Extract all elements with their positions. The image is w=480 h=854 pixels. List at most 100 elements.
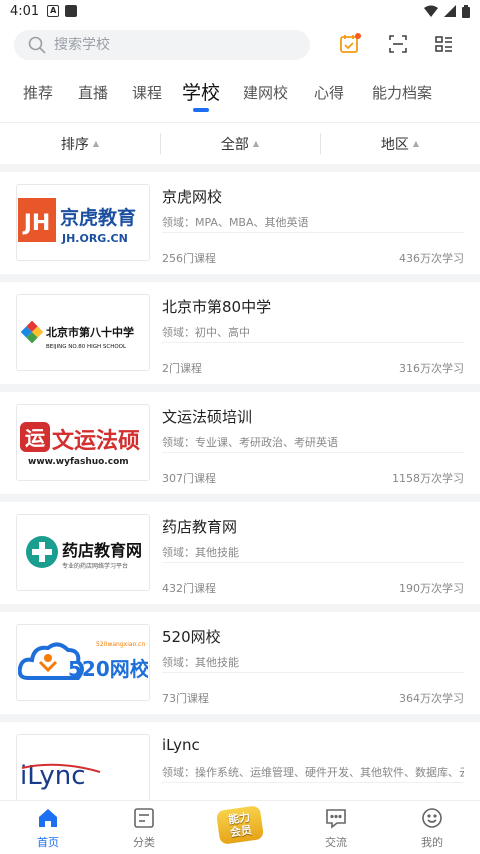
status-time: 4:01 bbox=[10, 3, 40, 19]
jinghu-logo-image: JH 京虎教育 JH.ORG.CN bbox=[18, 197, 136, 245]
school-field: 领域：初中、高中 bbox=[162, 326, 250, 339]
category-tabs: 推荐 直播 课程 学校 建网校 心得 能力档案 bbox=[0, 78, 480, 122]
course-count: 307门课程 bbox=[162, 472, 216, 485]
course-count: 2门课程 bbox=[162, 362, 202, 375]
nav-home[interactable]: 首页 bbox=[0, 801, 96, 854]
tab-ability-profile[interactable]: 能力档案 bbox=[372, 82, 432, 103]
school-list: JH 京虎教育 JH.ORG.CN 京虎网校 领域：MPA、MBA、其他英语 2… bbox=[0, 172, 480, 800]
tab-schools[interactable]: 学校 bbox=[182, 78, 220, 105]
filter-region[interactable]: 地区 ▲ bbox=[320, 123, 480, 164]
tab-courses[interactable]: 课程 bbox=[132, 82, 162, 103]
filter-sort[interactable]: 排序 ▲ bbox=[0, 123, 160, 164]
school-field: 领域：专业课、考研政治、考研英语 bbox=[162, 436, 338, 449]
school-name: 北京市第80中学 bbox=[162, 298, 272, 316]
nav-category[interactable]: 分类 bbox=[96, 801, 192, 854]
school-card[interactable]: 北京市第八十中学 BEIJING NO.80 HIGH SCHOOL 北京市第8… bbox=[0, 282, 480, 392]
tab-experience[interactable]: 心得 bbox=[314, 82, 344, 103]
520-logo-image: 520网校 520wangxiao.cn bbox=[18, 641, 148, 681]
school-name: 药店教育网 bbox=[162, 518, 238, 536]
yaodian-logo-image: 药店教育网 专业的药店网络学习平台 bbox=[26, 535, 142, 570]
study-count: 190万次学习 bbox=[399, 582, 464, 595]
smiley-icon bbox=[422, 807, 442, 828]
school-field: 领域：其他技能 bbox=[162, 656, 239, 669]
filter-all-label: 全部 bbox=[220, 136, 249, 153]
school-logo: iLync bbox=[16, 734, 150, 800]
list-icon bbox=[435, 36, 452, 52]
tab-recommend[interactable]: 推荐 bbox=[23, 82, 53, 103]
school-logo: 北京市第八十中学 BEIJING NO.80 HIGH SCHOOL bbox=[16, 294, 150, 371]
tab-build-school[interactable]: 建网校 bbox=[243, 82, 288, 103]
school-name: iLync bbox=[162, 736, 200, 754]
svg-text:药店教育网: 药店教育网 bbox=[62, 541, 142, 560]
battery-icon bbox=[462, 4, 470, 18]
notification-icon: A bbox=[47, 5, 60, 17]
caret-up-icon: ▲ bbox=[92, 139, 100, 148]
school-field: 领域：操作系统、运维管理、硬件开发、其他软件、数据库、云... bbox=[162, 766, 464, 779]
study-count: 316万次学习 bbox=[399, 362, 464, 375]
app-notification-icon bbox=[65, 5, 78, 17]
study-count: 1158万次学习 bbox=[392, 472, 464, 485]
vip-badge-line2: 会员 bbox=[229, 822, 253, 839]
calendar-button[interactable] bbox=[338, 32, 362, 56]
svg-text:北京市第八十中学: 北京市第八十中学 bbox=[46, 325, 134, 339]
school-card[interactable]: 药店教育网 专业的药店网络学习平台 药店教育网 领域：其他技能 432门课程 1… bbox=[0, 502, 480, 612]
search-bar[interactable] bbox=[14, 30, 310, 60]
school-field: 领域：MPA、MBA、其他英语 bbox=[162, 216, 309, 229]
filter-all[interactable]: 全部 ▲ bbox=[160, 123, 320, 164]
filter-bar: 排序 ▲ 全部 ▲ 地区 ▲ bbox=[0, 122, 480, 164]
category-icon bbox=[134, 807, 154, 828]
header: 推荐 直播 课程 学校 建网校 心得 能力档案 bbox=[0, 22, 480, 122]
svg-text:京虎教育: 京虎教育 bbox=[60, 206, 136, 229]
svg-text:520网校: 520网校 bbox=[68, 657, 148, 681]
course-count: 73门课程 bbox=[162, 692, 209, 705]
card-divider bbox=[162, 232, 464, 233]
school-name: 520网校 bbox=[162, 628, 221, 646]
card-divider bbox=[162, 342, 464, 343]
card-divider bbox=[162, 562, 464, 563]
school-field: 领域：其他技能 bbox=[162, 546, 239, 559]
nav-home-label: 首页 bbox=[37, 835, 59, 849]
nav-chat[interactable]: 交流 bbox=[288, 801, 384, 854]
svg-text:520wangxiao.cn: 520wangxiao.cn bbox=[96, 641, 145, 648]
svg-text:JH: JH bbox=[22, 211, 51, 236]
beijing80-logo-image: 北京市第八十中学 BEIJING NO.80 HIGH SCHOOL bbox=[20, 320, 134, 350]
wifi-icon bbox=[424, 5, 438, 17]
scan-button[interactable] bbox=[386, 32, 410, 56]
nav-vip[interactable]: 能力 会员 bbox=[192, 801, 288, 854]
list-button[interactable] bbox=[432, 32, 456, 56]
card-divider bbox=[162, 782, 464, 783]
school-card[interactable]: 520网校 520wangxiao.cn 520网校 领域：其他技能 73门课程… bbox=[0, 612, 480, 722]
card-divider bbox=[162, 452, 464, 453]
vip-badge-icon: 能力 会员 bbox=[215, 804, 265, 845]
filter-region-label: 地区 bbox=[380, 136, 409, 153]
signal-icon bbox=[444, 5, 456, 17]
nav-profile-label: 我的 bbox=[421, 835, 443, 849]
tab-live[interactable]: 直播 bbox=[78, 82, 108, 103]
school-logo: 药店教育网 专业的药店网络学习平台 bbox=[16, 514, 150, 591]
svg-text:BEIJING NO.80 HIGH SCHOOL: BEIJING NO.80 HIGH SCHOOL bbox=[46, 344, 127, 350]
ilync-logo-image: iLync bbox=[20, 761, 101, 791]
calendar-icon bbox=[340, 33, 361, 53]
home-icon bbox=[39, 808, 57, 827]
school-name: 京虎网校 bbox=[162, 188, 223, 206]
search-input[interactable] bbox=[54, 37, 284, 53]
caret-up-icon: ▲ bbox=[252, 139, 260, 148]
svg-text:运: 运 bbox=[25, 426, 45, 450]
nav-profile[interactable]: 我的 bbox=[384, 801, 480, 854]
course-count: 432门课程 bbox=[162, 582, 216, 595]
school-card[interactable]: 运 文运法硕 www.wyfashuo.com 文运法硕培训 领域：专业课、考研… bbox=[0, 392, 480, 502]
tab-active-indicator bbox=[193, 108, 209, 112]
school-card[interactable]: JH 京虎教育 JH.ORG.CN 京虎网校 领域：MPA、MBA、其他英语 2… bbox=[0, 172, 480, 282]
status-bar: 4:01 A bbox=[0, 0, 480, 22]
school-logo: 运 文运法硕 www.wyfashuo.com bbox=[16, 404, 150, 481]
study-count: 436万次学习 bbox=[399, 252, 464, 265]
nav-category-label: 分类 bbox=[133, 835, 155, 849]
svg-text:JH.ORG.CN: JH.ORG.CN bbox=[61, 232, 128, 245]
study-count: 364万次学习 bbox=[399, 692, 464, 705]
filter-sort-label: 排序 bbox=[60, 136, 89, 153]
school-card[interactable]: iLync iLync 领域：操作系统、运维管理、硬件开发、其他软件、数据库、云… bbox=[0, 722, 480, 800]
search-icon bbox=[28, 36, 46, 54]
chat-icon bbox=[326, 808, 346, 829]
caret-up-icon: ▲ bbox=[412, 139, 420, 148]
svg-text:文运法硕: 文运法硕 bbox=[52, 428, 140, 454]
